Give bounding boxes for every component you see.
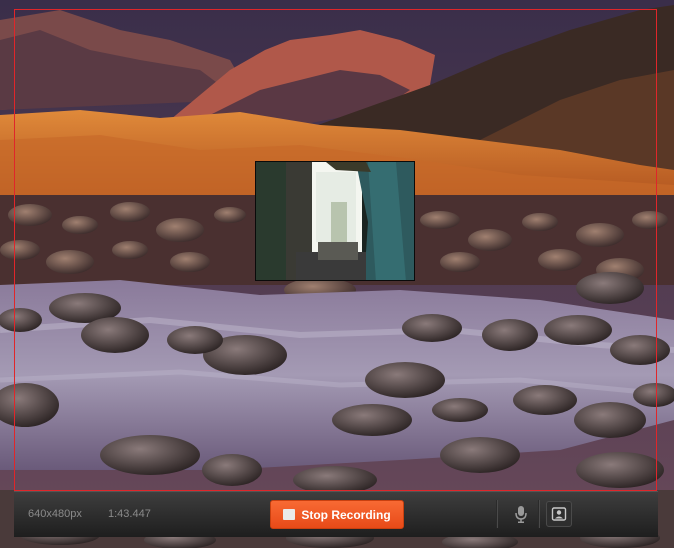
webcam-preview[interactable] — [255, 161, 415, 281]
microphone-toggle-button[interactable] — [508, 501, 534, 527]
stop-square-icon — [283, 509, 296, 520]
recording-toolbar: 640x480px 1:43.447 Stop Recording — [14, 491, 658, 537]
webcam-feed-image — [256, 162, 414, 280]
stop-recording-button[interactable]: Stop Recording — [270, 500, 404, 529]
capture-dimensions: 640x480px — [28, 508, 82, 520]
recording-timer: 1:43.447 — [108, 508, 151, 520]
stop-recording-label: Stop Recording — [301, 507, 391, 522]
toolbar-divider — [538, 500, 540, 528]
webcam-icon — [551, 507, 567, 521]
toolbar-divider — [496, 500, 498, 528]
webcam-toggle-button[interactable] — [546, 501, 572, 527]
microphone-icon — [515, 506, 527, 523]
